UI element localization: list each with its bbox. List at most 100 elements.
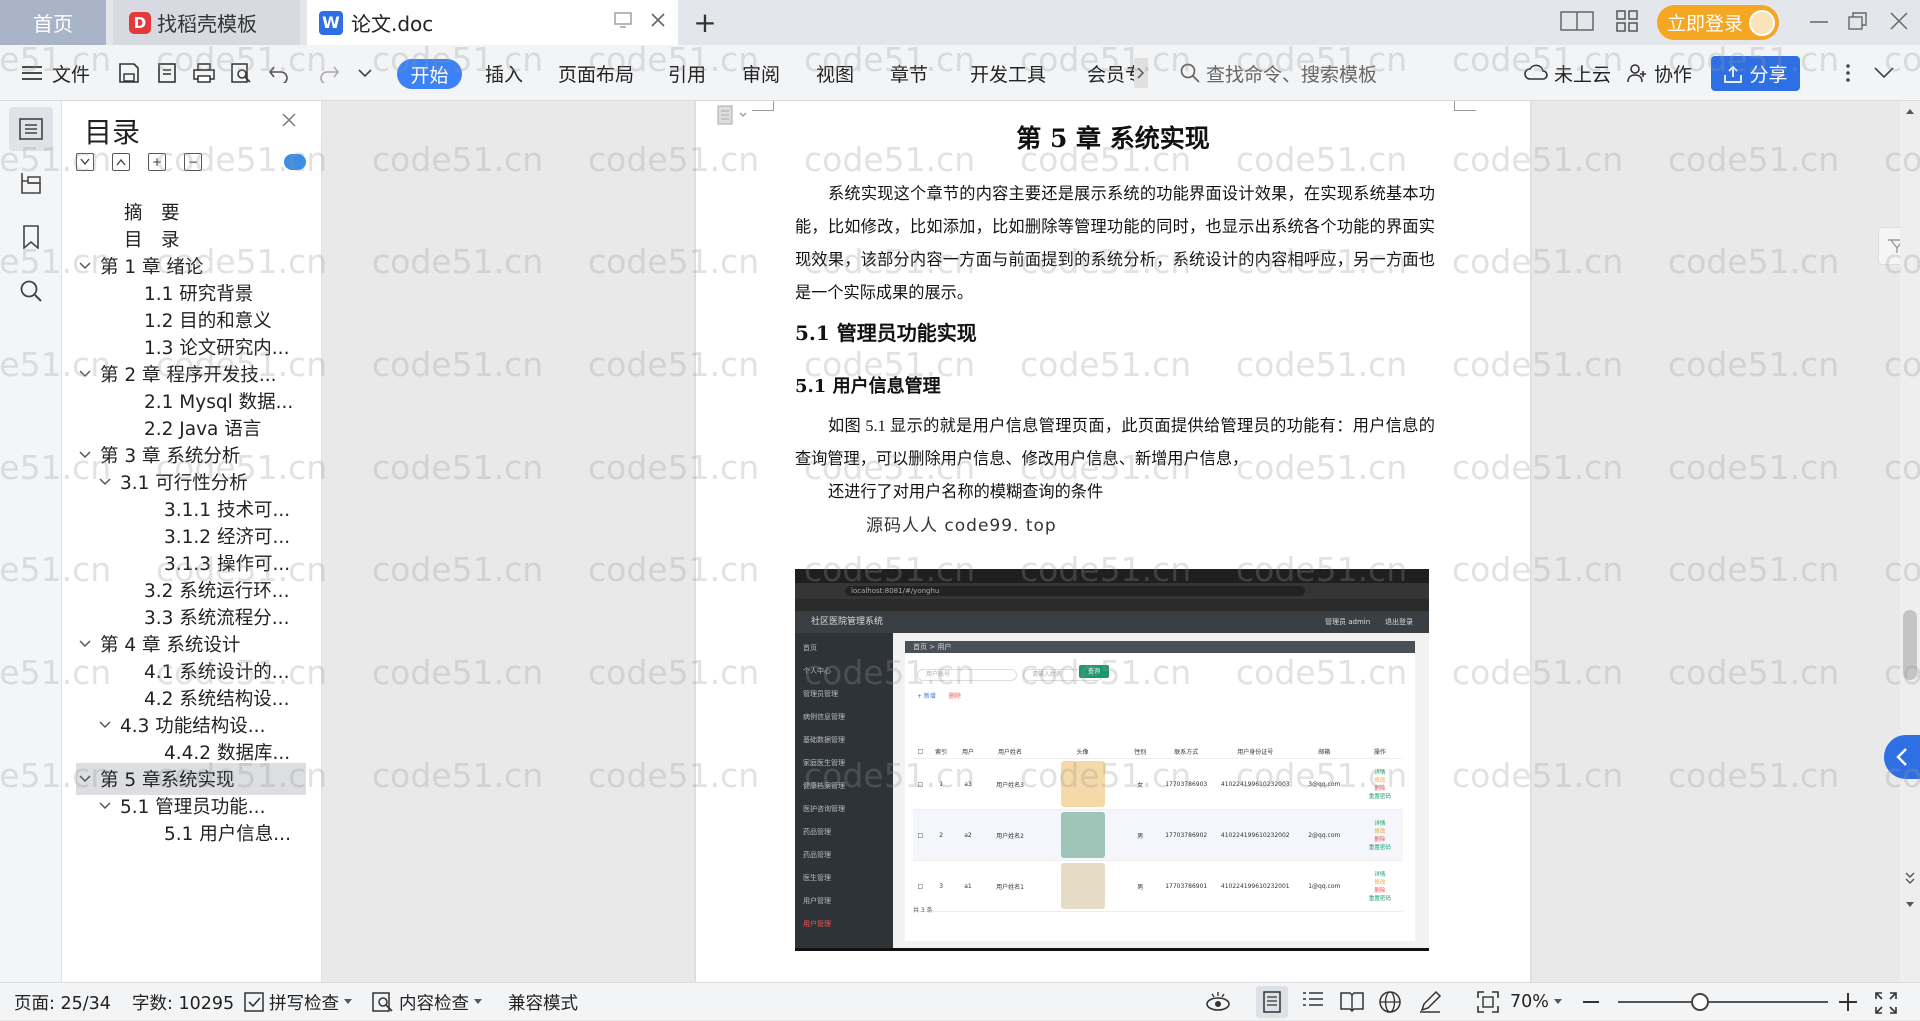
outline-view-icon[interactable]	[1302, 990, 1324, 1012]
compat-mode[interactable]: 兼容模式	[508, 983, 578, 1021]
apps-grid-icon[interactable]	[1616, 10, 1638, 32]
tab-review[interactable]: 审阅	[742, 45, 780, 101]
fit-page-icon[interactable]	[1476, 990, 1500, 1014]
layout-icon[interactable]	[1560, 10, 1594, 32]
figure-menu-item: 药品管理	[803, 851, 831, 859]
page-down-icon[interactable]	[1905, 871, 1915, 885]
restore-icon[interactable]	[1848, 12, 1868, 30]
tab-references[interactable]: 引用	[668, 45, 706, 101]
collapse-all-icon[interactable]	[112, 153, 130, 171]
screen-icon[interactable]	[614, 12, 632, 28]
page-view-icon[interactable]	[1256, 986, 1288, 1018]
remove-heading-icon[interactable]: −	[184, 153, 202, 171]
chevron-down-icon[interactable]	[96, 802, 114, 810]
document-page[interactable]: 第 5 章 系统实现 系统实现这个章节的内容主要还是展示系统的功能界面设计效果，…	[696, 101, 1530, 982]
zoom-slider-handle[interactable]	[1691, 993, 1709, 1011]
bookmark-button[interactable]	[9, 215, 53, 259]
word-count[interactable]: 字数: 10295	[132, 983, 234, 1021]
tab-start[interactable]: 开始	[397, 59, 462, 89]
chevron-down-icon[interactable]	[76, 370, 94, 378]
scroll-thumb[interactable]	[1903, 610, 1917, 680]
chapter-nav-button[interactable]	[9, 161, 53, 205]
collaborate-button[interactable]: 协作	[1626, 45, 1692, 101]
figure-op-link: 删除	[1374, 786, 1386, 792]
figure-op-link: 详情	[1374, 872, 1386, 878]
redo-icon[interactable]	[318, 45, 340, 101]
undo-icon[interactable]	[268, 45, 290, 101]
find-button[interactable]	[9, 269, 53, 313]
search-icon	[1180, 63, 1200, 83]
write-mode-icon[interactable]	[1418, 990, 1442, 1014]
file-menu[interactable]: 文件	[22, 45, 90, 101]
tab-home[interactable]: 首页	[0, 0, 106, 45]
chevron-down-icon[interactable]	[96, 721, 114, 729]
tab-insert[interactable]: 插入	[485, 45, 523, 101]
figure-pager: 共 3 条	[913, 907, 933, 914]
close-tab-icon[interactable]	[650, 12, 666, 28]
export-pdf-icon[interactable]	[156, 45, 178, 101]
share-button[interactable]: 分享	[1711, 56, 1800, 91]
print-preview-icon[interactable]	[230, 45, 252, 101]
print-icon[interactable]	[192, 45, 216, 101]
web-view-icon[interactable]	[1378, 990, 1402, 1014]
toc-item-label: 3.3 系统流程分...	[144, 608, 290, 629]
close-icon[interactable]	[282, 113, 296, 127]
tab-chapter[interactable]: 章节	[890, 45, 928, 101]
content-check[interactable]: 内容检查	[372, 983, 482, 1021]
close-window-icon[interactable]	[1890, 12, 1908, 30]
more-options-icon[interactable]	[1846, 45, 1850, 101]
zoom-slider[interactable]	[1618, 1001, 1828, 1003]
tab-document[interactable]: W 论文.doc	[307, 0, 678, 45]
chevron-down-icon[interactable]	[76, 451, 94, 459]
chevron-down-icon[interactable]	[76, 640, 94, 648]
fullscreen-icon[interactable]	[1874, 991, 1898, 1015]
chevron-down-icon[interactable]	[76, 262, 94, 270]
zoom-in-icon[interactable]	[1838, 992, 1858, 1012]
tab-page-layout[interactable]: 页面布局	[558, 45, 634, 101]
toc-panel-button[interactable]	[9, 107, 53, 151]
collapse-ribbon-icon[interactable]	[1874, 45, 1894, 101]
figure-op-link: 修改	[1374, 880, 1386, 886]
toc-item-label: 第 3 章 系统分析	[100, 446, 241, 467]
figure-cell-mail: 1@qq.com	[1291, 860, 1357, 912]
eye-protection-icon[interactable]	[1204, 990, 1232, 1014]
add-heading-icon[interactable]: +	[148, 153, 166, 171]
side-panel-toggle[interactable]	[1884, 735, 1920, 779]
expand-all-icon[interactable]	[76, 153, 94, 171]
smart-toc-icon[interactable]	[284, 154, 306, 170]
toc-item[interactable]: 5.1 用户信息...	[76, 817, 306, 849]
tab-developer[interactable]: 开发工具	[970, 45, 1046, 101]
tab-templates[interactable]: D 找稻壳模板	[113, 0, 300, 45]
figure-ops-cell: 详情 修改 删除 重置密码	[1356, 809, 1403, 861]
section-heading: 5.1 管理员功能实现	[795, 321, 977, 345]
scroll-down-icon[interactable]	[1905, 901, 1915, 909]
scroll-up-icon[interactable]	[1905, 107, 1915, 115]
reading-view-icon[interactable]	[1340, 990, 1364, 1012]
figure-cell-name: 用户姓名2	[981, 809, 1039, 861]
chevron-down-icon[interactable]	[76, 775, 94, 783]
login-button[interactable]: 立即登录	[1657, 5, 1779, 40]
chevron-down-icon[interactable]	[96, 478, 114, 486]
cloud-status[interactable]: 未上云	[1524, 45, 1611, 101]
page-indicator[interactable]: 页面: 25/34	[14, 983, 111, 1021]
zoom-level[interactable]: 70%	[1510, 983, 1562, 1021]
save-icon[interactable]	[118, 45, 140, 101]
tab-review-label: 审阅	[742, 63, 781, 86]
figure-cell-name: 用户姓名1	[981, 860, 1039, 912]
ribbon-scroll-right-icon[interactable]	[1134, 58, 1148, 88]
command-search[interactable]: 查找命令、搜索模板	[1180, 45, 1377, 101]
tab-developer-label: 开发工具	[970, 63, 1047, 86]
toc-item-label: 2.2 Java 语言	[144, 419, 262, 440]
figure-op-link: 重置密码	[1368, 896, 1391, 902]
new-tab-button[interactable]: +	[690, 0, 720, 45]
crop-mark	[1454, 101, 1476, 111]
tab-view[interactable]: 视图	[816, 45, 854, 101]
avatar-image	[1060, 863, 1105, 909]
vertical-scrollbar[interactable]	[1900, 101, 1920, 982]
quick-access-dropdown-icon[interactable]	[358, 45, 372, 101]
zoom-out-icon[interactable]	[1582, 1000, 1600, 1004]
minimize-icon[interactable]	[1810, 20, 1828, 24]
spell-check[interactable]: 拼写检查	[244, 983, 352, 1021]
document-area: 第 5 章 系统实现 系统实现这个章节的内容主要还是展示系统的功能界面设计效果，…	[322, 101, 1920, 982]
source-overlay-text: 源码人人 code99. top	[866, 516, 1057, 536]
